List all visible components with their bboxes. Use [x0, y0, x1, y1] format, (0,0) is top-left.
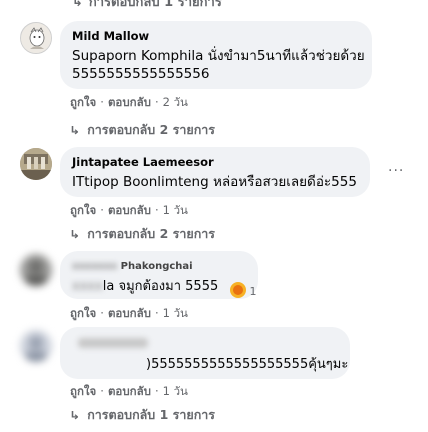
tagged-user[interactable]: la — [103, 279, 115, 294]
comment-bubble: Jintapatee Laemeesor ITtipop Boonlimteng… — [60, 147, 370, 197]
comment-text: Supaporn Komphila นั่งขำมา5นาทีแล้วช่วยด… — [72, 48, 365, 64]
view-replies-link[interactable]: ↳ การตอบกลับ 1 รายการ — [69, 405, 215, 425]
avatar[interactable] — [20, 330, 52, 362]
like-button[interactable]: ถูกใจ — [70, 203, 96, 217]
reaction-badge[interactable]: 1 — [226, 282, 257, 298]
like-button[interactable]: ถูกใจ — [70, 384, 96, 398]
view-replies-link[interactable]: ↳ การตอบกลับ 2 รายการ — [69, 120, 215, 140]
tagged-user[interactable]: Supaporn Komphila — [72, 48, 203, 64]
reply-button[interactable]: ตอบกลับ — [108, 306, 151, 320]
tagged-user[interactable]: ITtipop Boonlimteng — [72, 174, 209, 190]
comment-time[interactable]: 1 วัน — [163, 203, 188, 217]
avatar[interactable] — [20, 148, 52, 180]
comment-text: xxxxla จมูกต้องมา 5555 — [72, 279, 219, 294]
comment-author[interactable]: Mild Mallow — [72, 29, 360, 44]
comment-author[interactable]: Jintapatee Laemeesor — [72, 155, 358, 170]
comment-actions: ถูกใจ · ตอบกลับ · 1 วัน — [70, 306, 188, 320]
more-options-icon[interactable]: ··· — [388, 163, 404, 179]
photo-avatar-icon — [20, 148, 52, 180]
comment-actions: ถูกใจ · ตอบกลับ · 2 วัน — [70, 95, 188, 109]
cartoon-avatar-icon — [21, 23, 51, 53]
comment-bubble: )5555555555555555555คุ้นๆมะ — [60, 327, 350, 379]
comment-actions: ถูกใจ · ตอบกลับ · 1 วัน — [70, 384, 188, 398]
comment-author[interactable]: xxxxxxx Phakongchai — [72, 259, 246, 274]
view-replies-link[interactable]: ↳ การตอบกลับ 2 รายการ — [69, 224, 215, 244]
reply-arrow-icon: ↳ — [69, 227, 81, 241]
comment-author[interactable] — [78, 338, 148, 348]
avatar[interactable] — [20, 22, 52, 54]
angry-reaction-icon — [230, 282, 246, 298]
reply-arrow-icon: ↳ — [72, 0, 83, 10]
comment-time[interactable]: 2 วัน — [163, 95, 188, 109]
reply-arrow-icon: ↳ — [69, 123, 81, 137]
comment-time[interactable]: 1 วัน — [163, 384, 188, 398]
reply-button[interactable]: ตอบกลับ — [108, 203, 151, 217]
comment-text: )5555555555555555555คุ้นๆมะ — [146, 357, 349, 372]
comment-text-line2: 5555555555555556 — [72, 66, 210, 82]
blurred-avatar-icon — [20, 254, 52, 286]
previous-replies-link[interactable]: ↳ การตอบกลับ 1 รายการ — [72, 0, 222, 12]
reply-button[interactable]: ตอบกลับ — [108, 95, 151, 109]
comment-time[interactable]: 1 วัน — [163, 306, 188, 320]
reply-arrow-icon: ↳ — [69, 408, 81, 422]
comment-actions: ถูกใจ · ตอบกลับ · 1 วัน — [70, 203, 188, 217]
reply-button[interactable]: ตอบกลับ — [108, 384, 151, 398]
like-button[interactable]: ถูกใจ — [70, 306, 96, 320]
blurred-avatar-icon — [20, 330, 52, 362]
like-button[interactable]: ถูกใจ — [70, 95, 96, 109]
comment-text: ITtipop Boonlimteng หล่อหรือสวยเลยดีอ่ะ5… — [72, 174, 357, 190]
comment-bubble: Mild Mallow Supaporn Komphila นั่งขำมา5น… — [60, 21, 372, 89]
avatar[interactable] — [20, 254, 52, 286]
